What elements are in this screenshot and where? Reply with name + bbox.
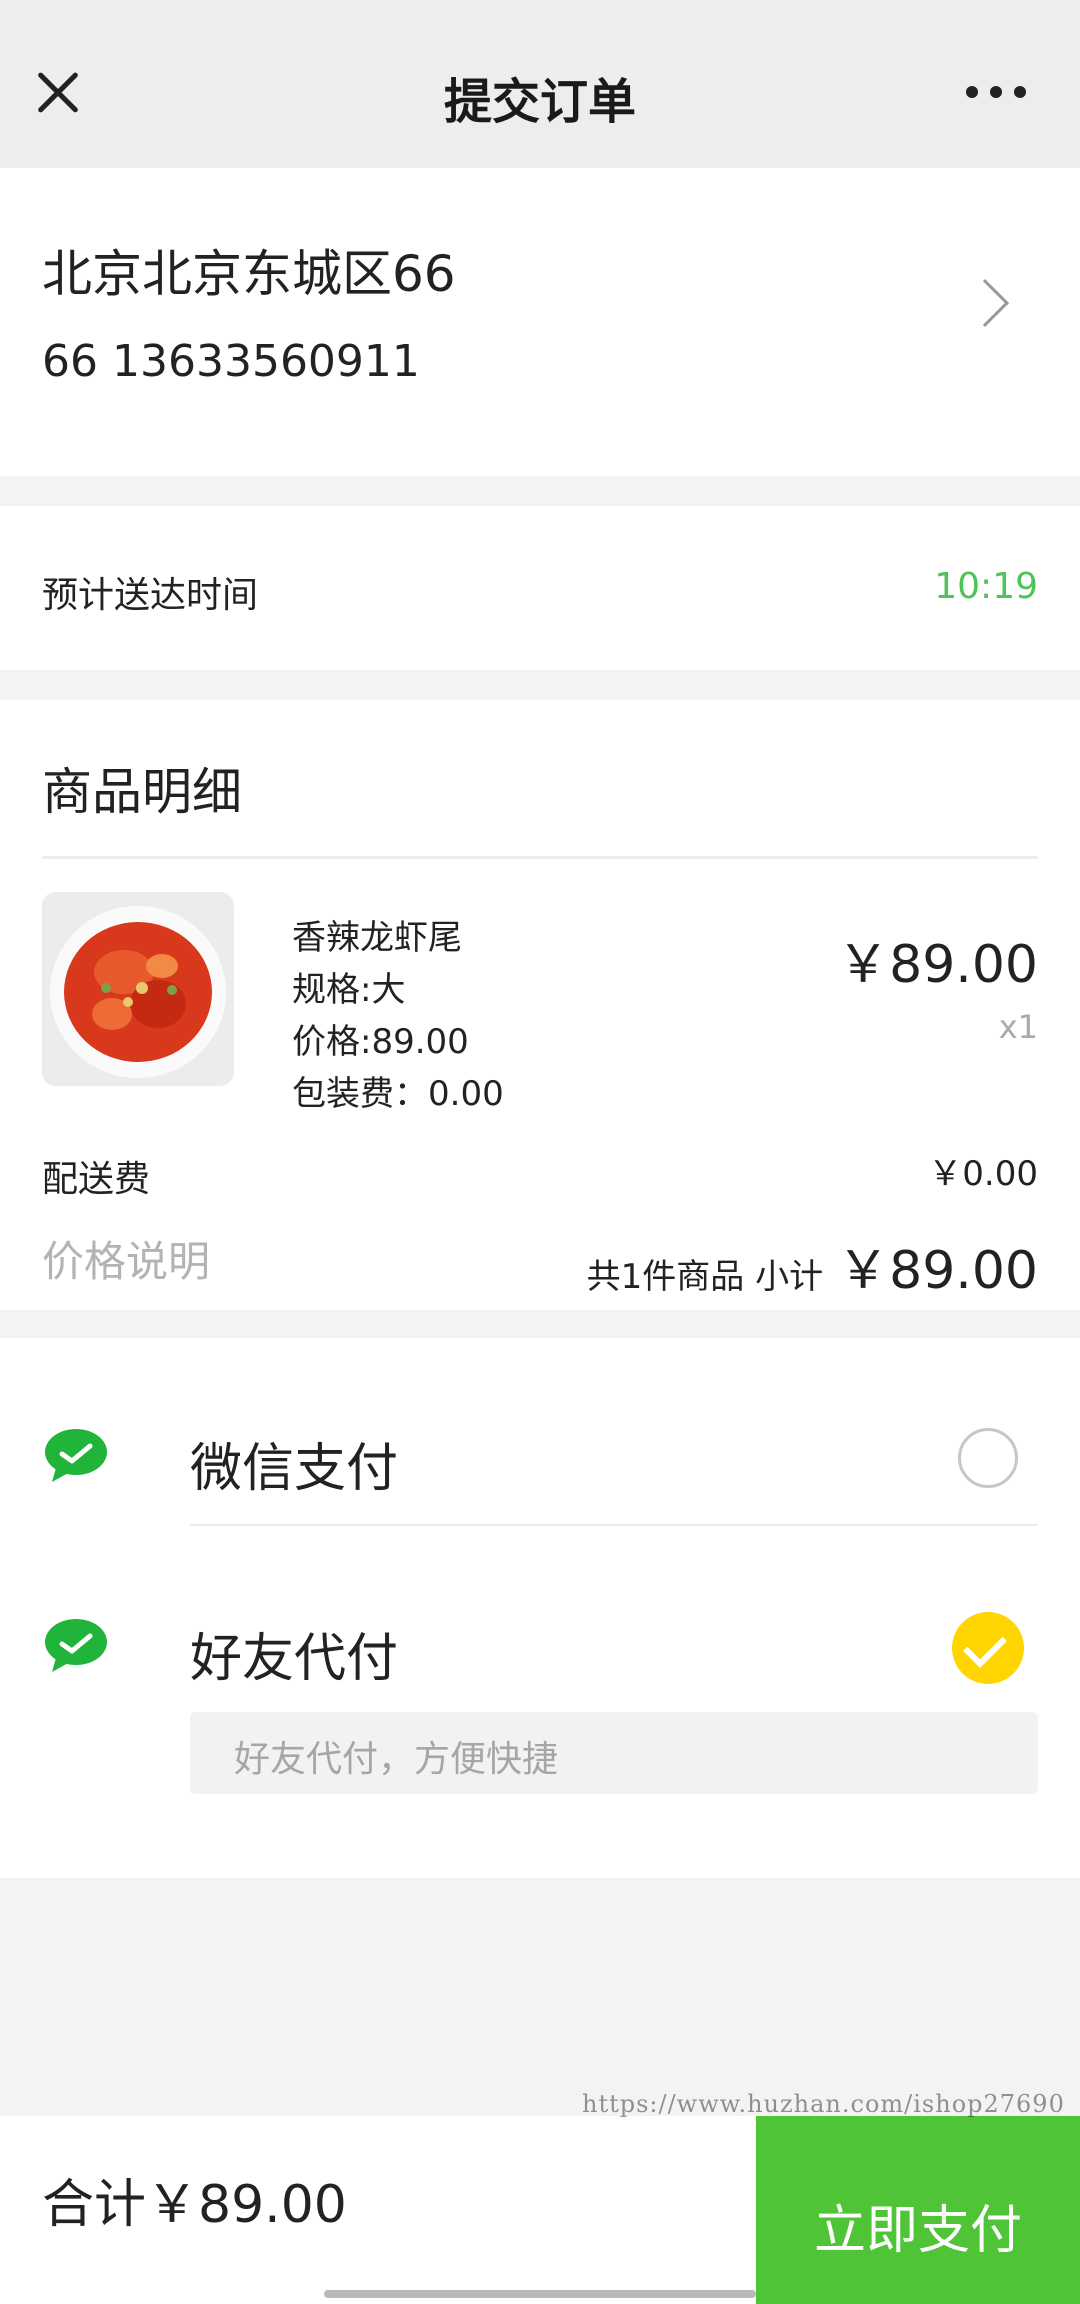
wechat-pay-radio[interactable] <box>958 1428 1018 1488</box>
address-line: 北京北京东城区66 <box>42 245 456 303</box>
payment-card: 微信支付 好友代付 好友代付，方便快捷 <box>0 1338 1080 1878</box>
delivery-time-label: 预计送达时间 <box>42 575 259 616</box>
price-note-link[interactable]: 价格说明 <box>42 1228 210 1289</box>
wechat-pay-option[interactable]: 微信支付 <box>190 1426 398 1501</box>
contact-line: 66 13633560911 <box>42 336 420 387</box>
friend-pay-check-icon[interactable] <box>952 1612 1024 1684</box>
product-image <box>42 892 234 1086</box>
watermark-text: https://www.huzhan.com/ishop27690 <box>582 2090 1065 2118</box>
product-spec: 规格:大 <box>292 970 406 1010</box>
divider <box>42 856 1038 859</box>
subtotal-amount: ￥89.00 <box>837 1241 1038 1301</box>
address-card[interactable]: 北京北京东城区66 66 13633560911 <box>0 168 1080 476</box>
product-unit-price: 价格:89.00 <box>292 1022 469 1062</box>
product-packing-fee: 包装费：0.00 <box>292 1074 504 1114</box>
product-amount: ￥89.00 <box>837 935 1038 995</box>
more-icon[interactable] <box>966 86 1026 100</box>
page-title: 提交订单 <box>443 74 636 130</box>
wechat-icon <box>44 1618 108 1674</box>
bottom-bar: 合计￥89.00 立即支付 <box>0 2116 1080 2304</box>
home-indicator <box>324 2290 756 2298</box>
product-quantity: x1 <box>998 1008 1038 1046</box>
subtotal: 共1件商品 小计 ￥89.00 <box>587 1228 1038 1303</box>
friend-pay-hint: 好友代付，方便快捷 <box>234 1739 559 1780</box>
goods-title: 商品明细 <box>42 763 242 821</box>
pay-now-button[interactable]: 立即支付 <box>756 2116 1080 2304</box>
item-count-label: 共1件商品 小计 <box>586 1257 824 1297</box>
delivery-time-value: 10:19 <box>934 566 1038 607</box>
divider <box>190 1524 1038 1526</box>
goods-detail-card: 商品明细 香辣龙虾尾 规格:大 价格:89.00 包装费：0.00 ￥89.00… <box>0 700 1080 1310</box>
shipping-fee-label: 配送费 <box>42 1159 151 1200</box>
total-amount: 合计￥89.00 <box>42 2175 347 2235</box>
product-name: 香辣龙虾尾 <box>292 918 462 958</box>
friend-pay-note: 好友代付，方便快捷 <box>190 1712 1038 1794</box>
top-bar: 提交订单 <box>0 0 1080 168</box>
wechat-icon <box>44 1428 108 1484</box>
shipping-fee-value: ￥0.00 <box>928 1154 1038 1194</box>
friend-pay-option[interactable]: 好友代付 <box>190 1616 398 1691</box>
delivery-time-row: 预计送达时间 10:19 <box>0 506 1080 670</box>
chevron-right-icon <box>960 278 1010 328</box>
